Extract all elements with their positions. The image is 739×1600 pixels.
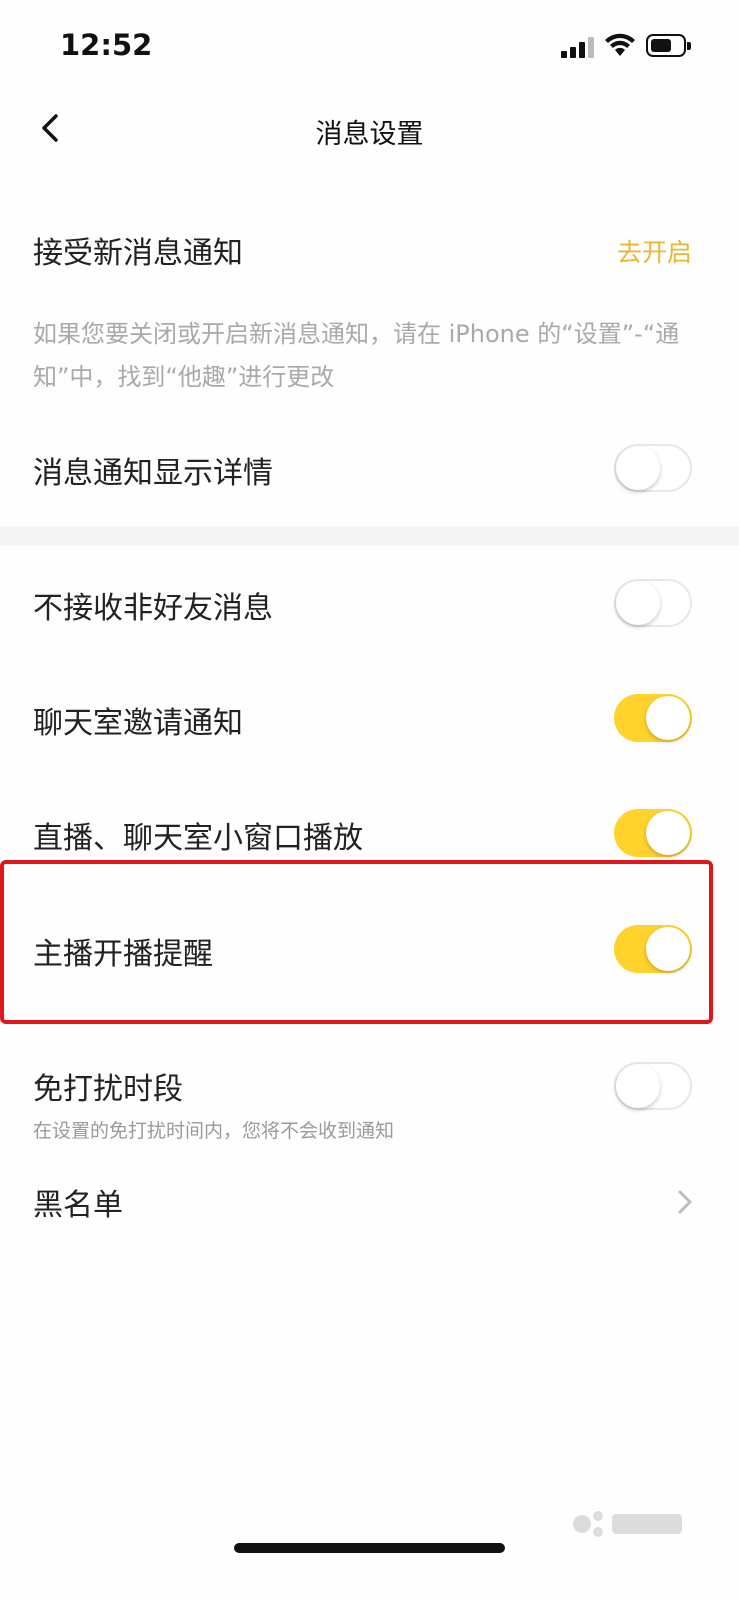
non-friend-toggle[interactable] [614,579,692,627]
blacklist-row[interactable]: 黑名单 [0,1172,739,1232]
chevron-right-icon[interactable] [676,1189,694,1215]
setting-label: 消息通知显示详情 [33,456,273,491]
battery-icon [646,34,691,57]
setting-row-live-reminder: 主播开播提醒 [0,921,739,981]
setting-row-do-not-disturb: 免打扰时段 在设置的免打扰时间内，您将不会收到通知 [0,1058,739,1148]
status-time: 12:52 [60,28,153,62]
status-bar: 12:52 [0,0,739,90]
show-details-toggle[interactable] [614,444,692,492]
setting-row-chatroom-invite: 聊天室邀请通知 [0,690,739,750]
setting-label: 聊天室邀请通知 [33,706,243,741]
signal-icon [561,36,595,58]
setting-row-mini-window: 直播、聊天室小窗口播放 [0,805,739,865]
blacklist-label: 黑名单 [33,1188,123,1223]
setting-label: 免打扰时段 [33,1072,183,1107]
chatroom-invite-toggle[interactable] [614,694,692,742]
setting-label: 直播、聊天室小窗口播放 [33,821,363,856]
notification-permission-row: 接受新消息通知 去开启 [0,220,739,280]
wifi-icon [605,33,635,56]
setting-row-show-details: 消息通知显示详情 [0,440,739,500]
live-reminder-toggle[interactable] [614,925,692,973]
setting-row-non-friend: 不接收非好友消息 [0,575,739,635]
do-not-disturb-subtitle: 在设置的免打扰时间内，您将不会收到通知 [33,1120,395,1142]
setting-label: 不接收非好友消息 [33,591,273,626]
setting-label: 主播开播提醒 [33,937,213,972]
mini-window-toggle[interactable] [614,809,692,857]
watermark-logo [573,1511,682,1537]
notification-hint: 如果您要关闭或开启新消息通知，请在 iPhone 的“设置”-“通知”中，找到“… [33,320,680,391]
do-not-disturb-toggle[interactable] [614,1062,692,1110]
enable-notifications-link[interactable]: 去开启 [617,233,692,269]
home-indicator[interactable] [234,1543,505,1553]
notification-permission-label: 接受新消息通知 [33,236,243,271]
section-divider [0,526,739,546]
navigation-bar: 消息设置 [0,90,739,170]
page-title: 消息设置 [315,119,424,150]
